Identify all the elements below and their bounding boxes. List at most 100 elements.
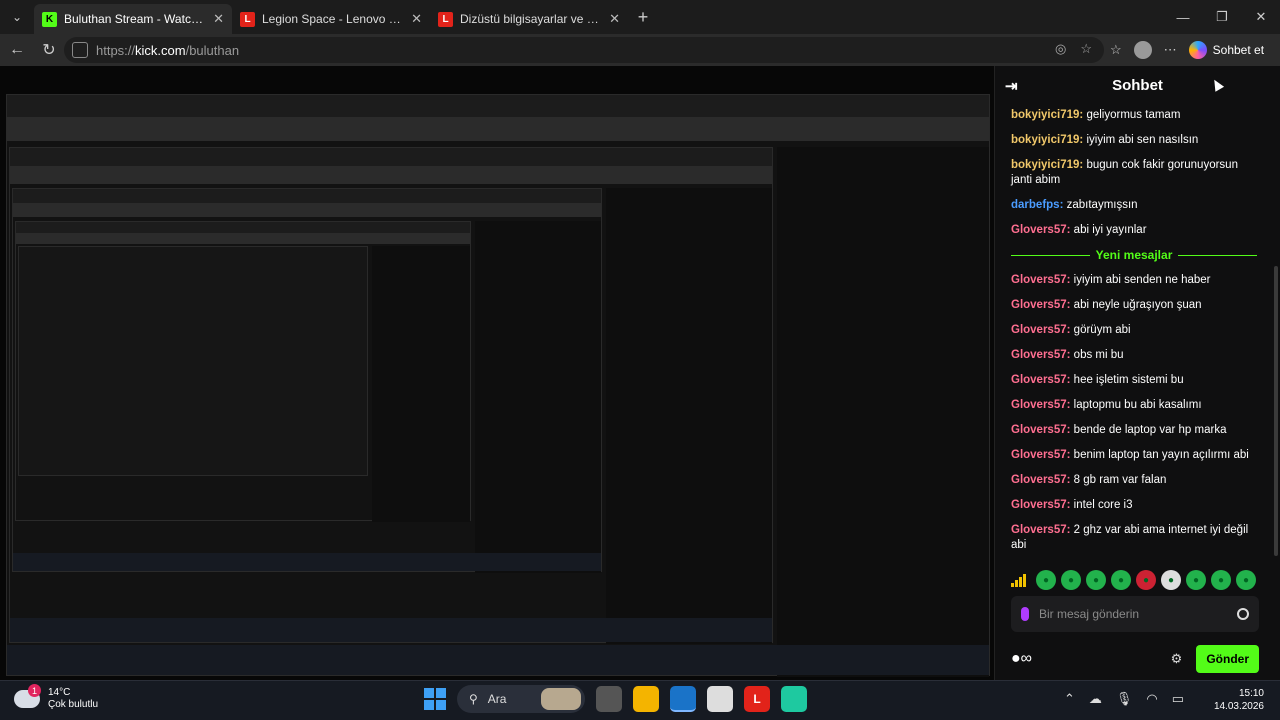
chat-username[interactable]: Glovers57 bbox=[1011, 299, 1067, 311]
chat-points-icon[interactable]: ●∞ bbox=[1011, 650, 1032, 668]
emote-icon[interactable]: ● bbox=[1236, 570, 1256, 590]
windows-start-icon[interactable] bbox=[424, 688, 446, 710]
tab-actions-chevron-icon[interactable]: ⌄ bbox=[0, 0, 34, 34]
tab-legion-space[interactable]: L Legion Space - Lenovo Support TR ✕ bbox=[232, 4, 430, 34]
emote-icon[interactable]: ● bbox=[1111, 570, 1131, 590]
windows-taskbar: 1 14°C Çok bulutlu ⚲ Ara L ⌃ ☁ 🎙︎ ◠ ▭ 15… bbox=[0, 680, 1280, 720]
chat-username[interactable]: Glovers57 bbox=[1011, 399, 1067, 411]
signal-bars-emote-icon[interactable] bbox=[1011, 573, 1031, 587]
chat-text: iyiyim abi sen nasılsın bbox=[1086, 134, 1199, 146]
chat-text: görüym abi bbox=[1073, 324, 1131, 336]
favorites-icon[interactable]: ☆ bbox=[1110, 42, 1122, 58]
microsoft-store-icon[interactable] bbox=[707, 686, 733, 712]
chat-username[interactable]: Glovers57 bbox=[1011, 474, 1067, 486]
lenovo-favicon-icon: L bbox=[438, 11, 453, 27]
chat-username[interactable]: Glovers57 bbox=[1011, 324, 1067, 336]
emoji-picker-icon[interactable] bbox=[1237, 608, 1249, 620]
favorite-star-icon[interactable]: ☆ bbox=[1080, 41, 1092, 57]
task-view-icon[interactable] bbox=[596, 686, 622, 712]
chat-username[interactable]: Glovers57 bbox=[1011, 499, 1067, 511]
taskbar-search[interactable]: ⚲ Ara bbox=[457, 685, 585, 713]
emote-icon[interactable]: ● bbox=[1161, 570, 1181, 590]
close-tab-icon[interactable]: ✕ bbox=[609, 11, 620, 27]
battery-icon[interactable]: ▭ bbox=[1172, 691, 1184, 707]
emote-icon[interactable]: ● bbox=[1036, 570, 1056, 590]
stream-video-player[interactable] bbox=[0, 66, 994, 680]
close-tab-icon[interactable]: ✕ bbox=[411, 11, 422, 27]
weather-description: Çok bulutlu bbox=[48, 699, 99, 710]
chat-scrollbar[interactable] bbox=[1274, 266, 1278, 556]
chat-message: darbefps: zabıtaymışsın bbox=[1011, 199, 1138, 211]
lenovo-legion-icon[interactable]: L bbox=[744, 686, 770, 712]
tab-buluthan-stream[interactable]: K Buluthan Stream - Watch Live on K ✕ bbox=[34, 4, 232, 34]
edge-browser-icon[interactable] bbox=[670, 686, 696, 712]
chat-username[interactable]: bokyiyici719 bbox=[1011, 134, 1079, 146]
more-menu-icon[interactable]: ⋯ bbox=[1164, 42, 1177, 58]
microphone-icon[interactable] bbox=[1021, 607, 1029, 621]
chat-message-input[interactable]: Bir mesaj gönderin bbox=[1011, 596, 1259, 632]
taskbar-clock[interactable]: 15:10 14.03.2026 bbox=[1206, 687, 1264, 713]
emote-icon[interactable]: ● bbox=[1211, 570, 1231, 590]
emote-icon[interactable]: ● bbox=[1086, 570, 1106, 590]
wifi-icon[interactable]: ◠ bbox=[1146, 691, 1157, 707]
obs-app-icon[interactable] bbox=[781, 686, 807, 712]
chat-username[interactable]: Glovers57 bbox=[1011, 374, 1067, 386]
chat-username[interactable]: Glovers57 bbox=[1011, 274, 1067, 286]
chat-username[interactable]: Glovers57 bbox=[1011, 224, 1067, 236]
chat-text: 8 gb ram var falan bbox=[1073, 474, 1167, 486]
chat-footer: ●∞ ⚙ Gönder bbox=[1011, 644, 1259, 674]
close-window-icon[interactable]: ✕ bbox=[1242, 0, 1280, 34]
chat-username[interactable]: Glovers57 bbox=[1011, 349, 1067, 361]
search-label: Ara bbox=[487, 692, 507, 706]
gear-icon[interactable]: ⚙ bbox=[1171, 651, 1183, 667]
divider-label: Yeni mesajlar bbox=[1095, 248, 1173, 262]
chat-username[interactable]: bokyiyici719 bbox=[1011, 159, 1079, 171]
chat-username[interactable]: Glovers57 bbox=[1011, 449, 1067, 461]
emote-icon[interactable]: ● bbox=[1136, 570, 1156, 590]
close-tab-icon[interactable]: ✕ bbox=[213, 11, 224, 27]
lenovo-favicon-icon: L bbox=[240, 11, 255, 27]
chat-text: abi neyle uğraşıyon şuan bbox=[1073, 299, 1202, 311]
url-path: /buluthan bbox=[185, 42, 240, 58]
emote-icon[interactable]: ● bbox=[1186, 570, 1206, 590]
nested-capture-3 bbox=[12, 188, 602, 573]
collapse-chat-icon[interactable]: ⇥ bbox=[1005, 77, 1018, 95]
kick-favicon-icon: K bbox=[42, 11, 57, 27]
new-tab-plus-icon[interactable]: + bbox=[628, 7, 658, 28]
chevron-up-icon[interactable]: ⌃ bbox=[1064, 691, 1075, 707]
send-button[interactable]: Gönder bbox=[1196, 645, 1259, 673]
chat-message: Glovers57: 2 ghz var abi ama internet iy… bbox=[1011, 524, 1249, 551]
copilot-label[interactable]: Sohbet et bbox=[1213, 43, 1264, 57]
chat-message: Glovers57: hee işletim sistemi bu bbox=[1011, 374, 1184, 386]
microphone-tray-icon[interactable]: 🎙︎ bbox=[1116, 691, 1133, 707]
reload-icon[interactable]: ↻ bbox=[34, 35, 64, 65]
chat-message: Glovers57: bende de laptop var hp marka bbox=[1011, 424, 1227, 436]
weather-widget[interactable]: 1 14°C Çok bulutlu bbox=[14, 684, 99, 711]
chat-username[interactable]: bokyiyici719 bbox=[1011, 109, 1079, 121]
chat-text: benim laptop tan yayın açılırmı abi bbox=[1073, 449, 1249, 461]
chat-panel: ⇥ Sohbet bokyiyici719: geliyormus tamam … bbox=[994, 66, 1280, 680]
file-explorer-icon[interactable] bbox=[633, 686, 659, 712]
chat-username[interactable]: Glovers57 bbox=[1011, 524, 1067, 536]
info-icon[interactable] bbox=[72, 42, 88, 58]
address-bar[interactable]: https://kick.com/buluthan ◎ ☆ bbox=[64, 37, 1104, 63]
chat-username[interactable]: darbefps bbox=[1011, 199, 1060, 211]
copilot-icon[interactable] bbox=[1188, 41, 1207, 59]
cloud-sync-icon[interactable]: ☁ bbox=[1089, 691, 1102, 707]
emote-icon[interactable]: ● bbox=[1061, 570, 1081, 590]
new-messages-divider: Yeni mesajlar bbox=[1011, 248, 1257, 263]
chat-username[interactable]: Glovers57 bbox=[1011, 424, 1067, 436]
reading-mode-icon[interactable]: ◎ bbox=[1055, 41, 1066, 57]
chat-text: iyiyim abi senden ne haber bbox=[1073, 274, 1211, 286]
tab-dizustu[interactable]: L Dizüstü bilgisayarlar ve masaüstü ✕ bbox=[430, 4, 628, 34]
chat-text: hee işletim sistemi bu bbox=[1073, 374, 1184, 386]
chat-message: Glovers57: görüym abi bbox=[1011, 324, 1131, 336]
profile-avatar-icon[interactable] bbox=[1133, 41, 1152, 59]
emote-bar: ● ● ● ● ● ● ● ● ● bbox=[1011, 570, 1256, 590]
chat-text: bende de laptop var hp marka bbox=[1073, 424, 1227, 436]
minimize-icon[interactable]: — bbox=[1164, 0, 1202, 34]
back-arrow-icon[interactable]: ← bbox=[2, 35, 32, 65]
chat-messages[interactable]: bokyiyici719: geliyormus tamam bokyiyici… bbox=[995, 104, 1271, 564]
maximize-icon[interactable]: ❐ bbox=[1203, 0, 1241, 34]
chat-text: laptopmu bu abi kasalımı bbox=[1073, 399, 1202, 411]
